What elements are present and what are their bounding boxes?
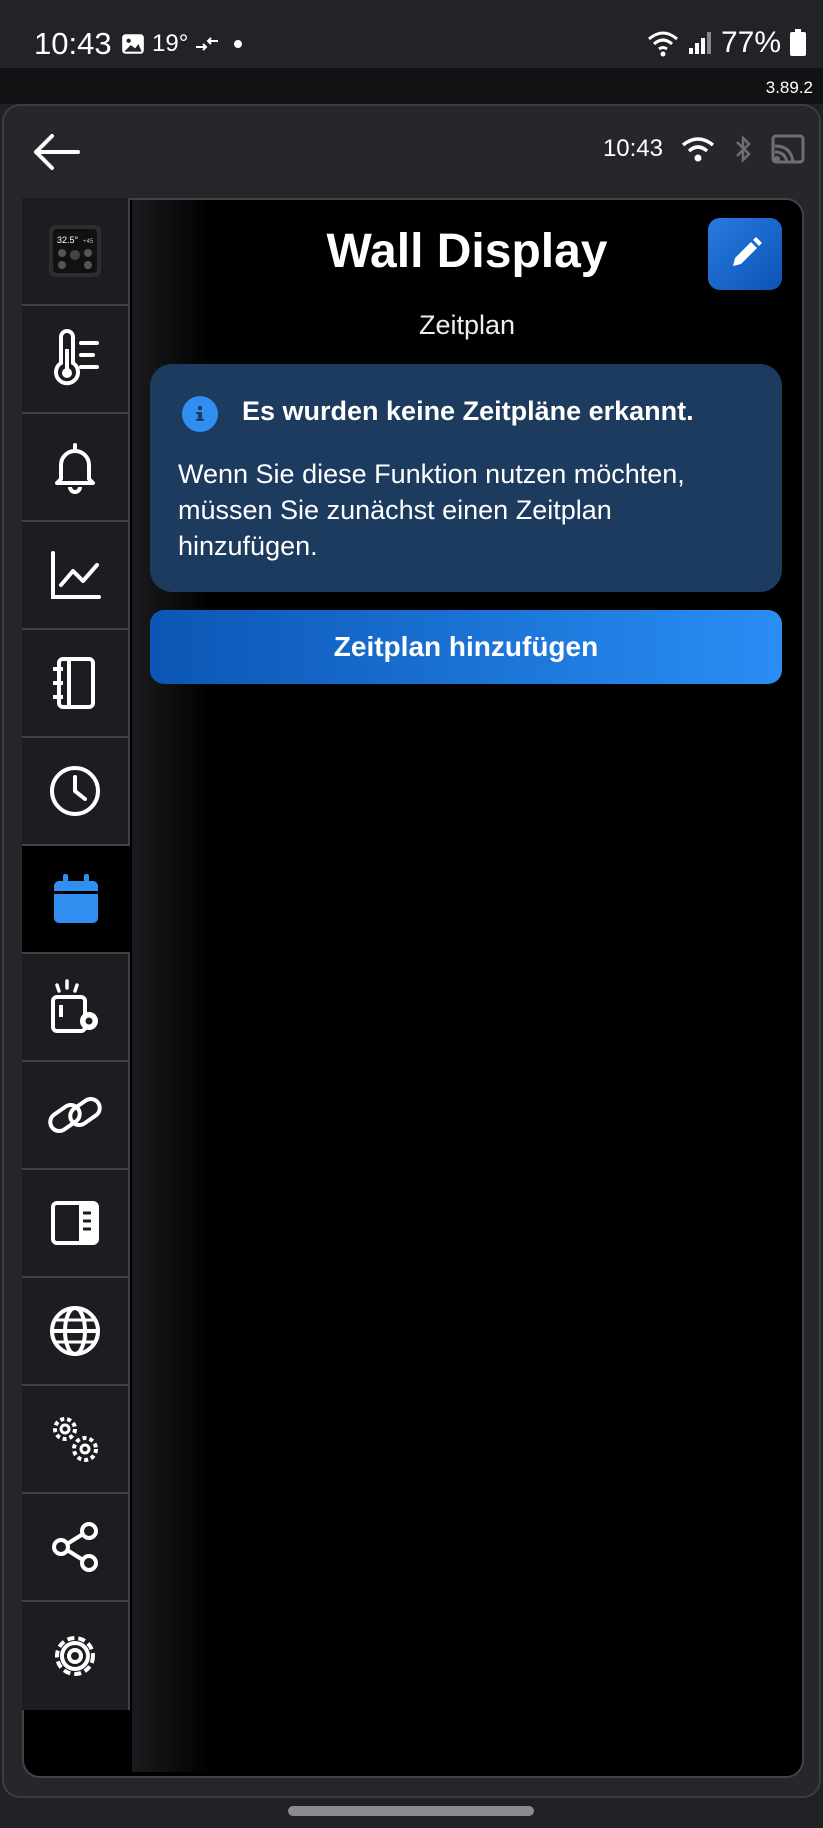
- back-arrow-icon[interactable]: [30, 126, 82, 178]
- sidebar-item-clock[interactable]: [22, 738, 130, 846]
- gear-icon: [55, 1636, 95, 1676]
- notebook-icon: [53, 657, 95, 709]
- info-title: Es wurden keine Zeitpläne erkannt.: [242, 396, 694, 426]
- sidebar: 32.5° +45: [22, 198, 130, 1736]
- thumbnail-reading: 32.5°: [57, 235, 79, 245]
- link-icon: [48, 1096, 102, 1134]
- share-icon: [52, 1522, 98, 1572]
- sidebar-item-alerts[interactable]: [22, 414, 130, 522]
- wifi-icon: [681, 137, 715, 162]
- bluetooth-icon: [736, 134, 751, 164]
- sidebar-item-device[interactable]: 32.5° +45: [22, 198, 130, 306]
- page-title: Wall Display: [326, 225, 608, 278]
- sidebar-item-charts[interactable]: [22, 522, 130, 630]
- header-time: 10:43: [602, 135, 663, 162]
- sidebar-item-notes[interactable]: [22, 630, 130, 738]
- clock-icon: [50, 766, 100, 816]
- add-schedule-button[interactable]: Zeitplan hinzufügen: [150, 610, 782, 684]
- version-bar: [0, 68, 823, 104]
- sidebar-item-layout[interactable]: [22, 1170, 130, 1278]
- status-right: 77%: [647, 26, 807, 60]
- status-temperature: 19°: [152, 30, 189, 57]
- info-box: Es wurden keine Zeitpläne erkannt. Wenn …: [150, 364, 782, 592]
- sidebar-item-sensors[interactable]: [22, 306, 130, 414]
- status-time: 10:43: [34, 26, 112, 61]
- sidebar-item-links[interactable]: [22, 1062, 130, 1170]
- swap-icon: [196, 37, 219, 51]
- image-icon: [122, 34, 144, 54]
- cast-icon: [771, 134, 805, 164]
- sidebar-item-schedule[interactable]: [22, 846, 130, 954]
- page-subtitle: Zeitplan: [418, 310, 516, 340]
- gears-icon: [53, 1417, 98, 1462]
- chart-line-icon: [51, 551, 101, 599]
- sidebar-item-advanced[interactable]: [22, 1386, 130, 1494]
- bell-icon: [55, 443, 95, 494]
- device-thumbnail-icon: 32.5° +45: [49, 225, 101, 277]
- info-text: Wenn Sie diese Funktion nutzen möchten, …: [178, 459, 685, 561]
- battery-icon: [790, 29, 806, 56]
- sidebar-item-share[interactable]: [22, 1494, 130, 1602]
- sidebar-item-web[interactable]: [22, 1278, 130, 1386]
- edit-button[interactable]: [708, 218, 782, 290]
- layout-icon: [51, 1201, 99, 1245]
- status-left-icons: 19°: [120, 30, 250, 58]
- globe-icon: [50, 1306, 100, 1356]
- sidebar-item-settings[interactable]: [22, 1602, 130, 1710]
- app-version: 3.89.2: [765, 78, 813, 97]
- info-icon: [182, 396, 218, 432]
- wifi-icon: [647, 31, 678, 57]
- thumbnail-secondary: +45: [83, 239, 94, 245]
- header-status: 10:43: [603, 134, 805, 164]
- home-indicator[interactable]: [288, 1806, 534, 1816]
- calendar-icon: [54, 874, 98, 923]
- dot-icon: [234, 40, 243, 48]
- thermometer-icon: [54, 329, 99, 386]
- device-gear-icon: [51, 979, 98, 1033]
- pencil-icon: [733, 237, 762, 266]
- battery-percent: 77%: [720, 26, 781, 59]
- sidebar-item-device-settings[interactable]: [22, 954, 130, 1062]
- signal-icon: [688, 32, 711, 54]
